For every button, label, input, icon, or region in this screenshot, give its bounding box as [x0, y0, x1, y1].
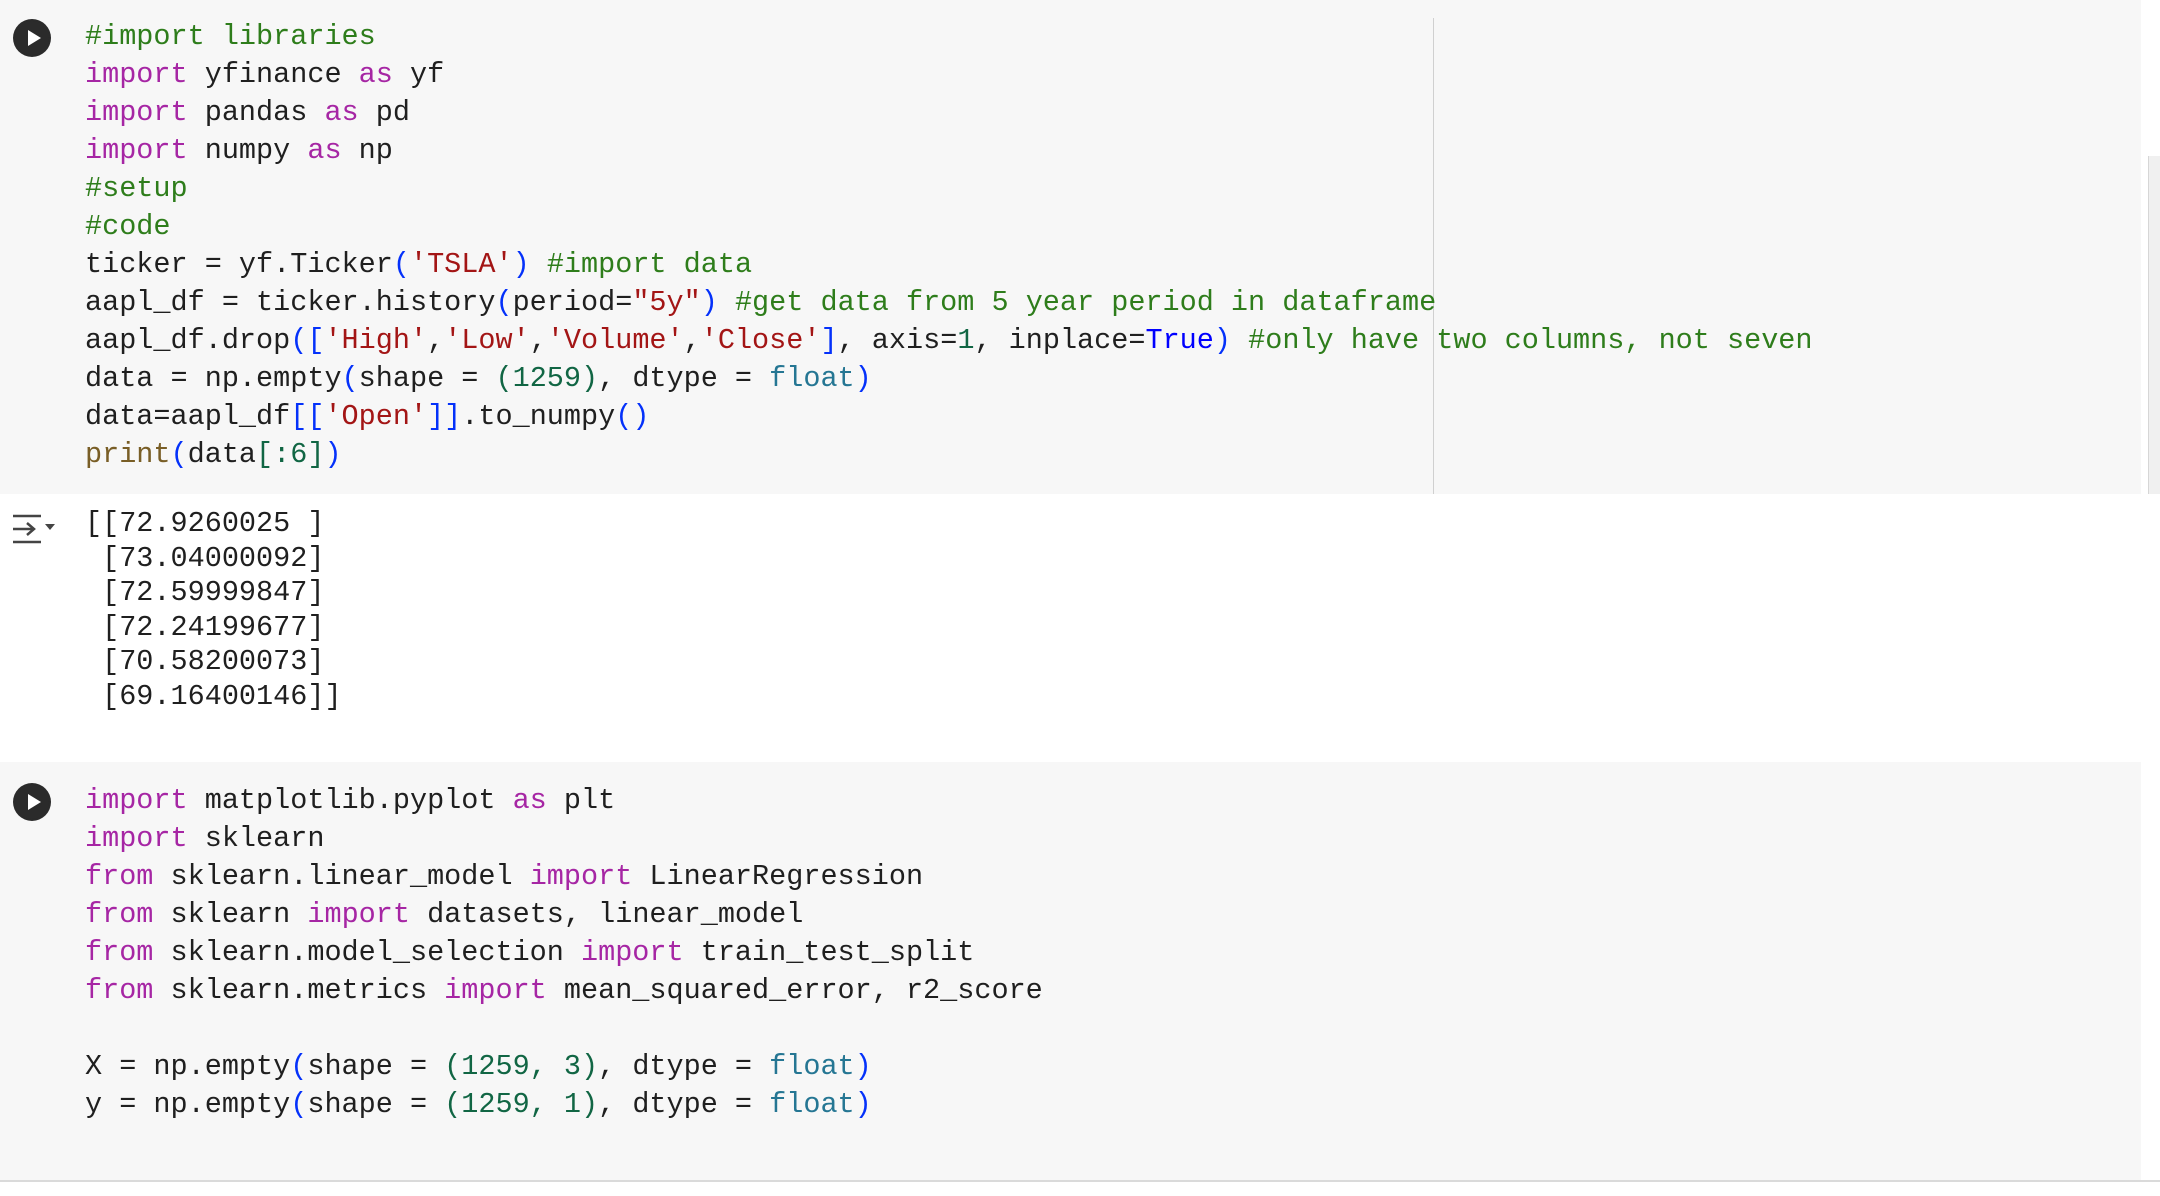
- code-line: import yfinance as yf: [85, 58, 445, 91]
- code-line: import matplotlib.pyplot as plt: [85, 784, 616, 817]
- play-icon: [14, 784, 50, 820]
- code-line: from sklearn.metrics import mean_squared…: [85, 974, 1043, 1007]
- code-line: print(data[:6]): [85, 438, 342, 471]
- run-cell-2-button[interactable]: [13, 783, 51, 821]
- code-line: from sklearn import datasets, linear_mod…: [85, 898, 804, 931]
- code-line: from sklearn.linear_model import LinearR…: [85, 860, 924, 893]
- code-editor-1[interactable]: #import libraries import yfinance as yf im…: [85, 18, 1813, 474]
- code-line: import pandas as pd: [85, 96, 410, 129]
- output-collapse-icon-glyph: [13, 514, 55, 544]
- output-line: [[72.9260025 ]: [85, 507, 325, 540]
- cell-divider: [0, 1180, 2160, 1182]
- code-line: #setup: [85, 172, 188, 205]
- output-collapse-icon[interactable]: [11, 510, 57, 548]
- code-line: aapl_df.drop(['High','Low','Volume','Clo…: [85, 324, 1813, 357]
- code-line: y = np.empty(shape = (1259, 1), dtype = …: [85, 1088, 872, 1121]
- code-editor-2[interactable]: import matplotlib.pyplot as plt import sk…: [85, 782, 1043, 1124]
- cell-1-output: [[72.9260025 ] [73.04000092] [72.5999984…: [85, 507, 342, 714]
- code-line: import numpy as np: [85, 134, 393, 167]
- code-line: ticker = yf.Ticker('TSLA') #import data: [85, 248, 753, 281]
- output-line: [70.58200073]: [85, 645, 325, 678]
- code-line: aapl_df = ticker.history(period="5y") #g…: [85, 286, 1437, 319]
- code-line: import sklearn: [85, 822, 325, 855]
- output-line: [72.59999847]: [85, 576, 325, 609]
- scrollbar[interactable]: [2148, 156, 2160, 494]
- code-line: X = np.empty(shape = (1259, 3), dtype = …: [85, 1050, 872, 1083]
- run-cell-1-button[interactable]: [13, 19, 51, 57]
- output-line: [73.04000092]: [85, 541, 325, 575]
- code-line: from sklearn.model_selection import trai…: [85, 936, 975, 969]
- code-line: #code: [85, 210, 171, 243]
- output-line: [69.16400146]]: [85, 679, 342, 713]
- code-line: data = np.empty(shape = (1259), dtype = …: [85, 362, 872, 395]
- code-line: data=aapl_df[['Open']].to_numpy(): [85, 400, 650, 433]
- output-line: [72.24199677]: [85, 610, 325, 644]
- play-icon: [14, 20, 50, 56]
- code-line: #import libraries: [85, 20, 376, 53]
